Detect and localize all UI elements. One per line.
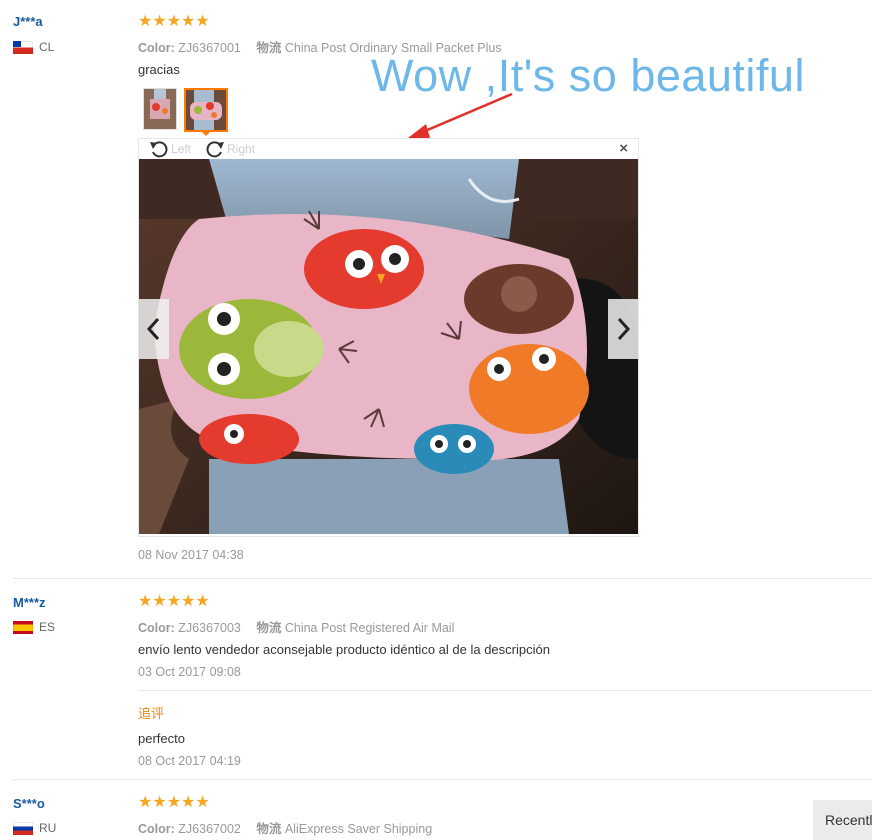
rotate-left-icon (150, 141, 168, 158)
shipping-label: 物流 (256, 41, 282, 55)
color-label: Color: (138, 621, 175, 635)
review-photo-thumbnail[interactable] (143, 88, 177, 130)
rotate-left-label: Left (171, 142, 192, 156)
chevron-left-icon (146, 317, 160, 341)
review-text: envío lento vendedor aconsejable product… (138, 642, 550, 657)
country-code: RU (39, 821, 57, 835)
order-info: Color: ZJ6367001 物流 China Post Ordinary … (138, 37, 502, 56)
color-value: ZJ6367002 (178, 822, 241, 836)
followup-divider (138, 690, 872, 691)
close-viewer-button[interactable]: × (619, 141, 628, 156)
review-divider (13, 578, 872, 579)
viewer-toolbar: Left Right × (139, 139, 638, 159)
reviewer-name[interactable]: M***z (13, 595, 46, 610)
star-rating: ★★★★★ (138, 794, 210, 811)
color-value: ZJ6367003 (178, 621, 241, 635)
review-text: gracias (138, 62, 180, 77)
rotate-right-button[interactable]: Right (205, 140, 255, 158)
product-photo-image (139, 159, 638, 534)
rotate-right-icon (206, 141, 224, 158)
shipping-value: China Post Ordinary Small Packet Plus (284, 41, 502, 55)
reviewer-name[interactable]: S***o (13, 796, 45, 811)
color-label: Color: (138, 41, 175, 55)
review-photo-large (139, 159, 638, 534)
rotate-right-label: Right (227, 142, 256, 156)
country-code: CL (39, 40, 55, 54)
photo-thumbnail-image (144, 89, 176, 129)
chile-flag-icon (13, 40, 33, 54)
star-rating: ★★★★★ (138, 13, 210, 30)
rotate-left-button[interactable]: Left (149, 140, 191, 158)
recently-viewed-button[interactable]: Recently (813, 800, 872, 840)
star-rating: ★★★★★ (138, 593, 210, 610)
russia-flag-icon (13, 821, 33, 835)
reviewer-country: ES (13, 620, 55, 634)
reviewer-country: RU (13, 821, 56, 835)
review-divider (13, 779, 872, 780)
followup-date: 08 Oct 2017 04:19 (138, 754, 241, 768)
order-info: Color: ZJ6367002 物流 AliExpress Saver Shi… (138, 818, 432, 837)
country-code: ES (39, 620, 56, 634)
chevron-right-icon (617, 317, 631, 341)
review-photo-thumbnail-active[interactable] (184, 88, 228, 132)
next-photo-button[interactable] (608, 299, 638, 359)
shipping-label: 物流 (256, 822, 282, 836)
shipping-label: 物流 (256, 621, 282, 635)
review-date: 03 Oct 2017 09:08 (138, 665, 241, 679)
followup-label: 追评 (138, 706, 165, 721)
review-date: 08 Nov 2017 04:38 (138, 548, 244, 562)
previous-photo-button[interactable] (139, 299, 169, 359)
shipping-value: AliExpress Saver Shipping (284, 822, 433, 836)
reviewer-country: CL (13, 40, 54, 54)
photo-thumbnail-image (186, 90, 226, 130)
color-label: Color: (138, 822, 175, 836)
color-value: ZJ6367001 (178, 41, 241, 55)
active-thumbnail-caret (200, 130, 212, 136)
reviewer-name[interactable]: J***a (13, 14, 43, 29)
photo-viewer: Left Right × (138, 138, 639, 537)
spain-flag-icon (13, 620, 33, 634)
followup-text: perfecto (138, 731, 185, 746)
shipping-value: China Post Registered Air Mail (284, 621, 455, 635)
order-info: Color: ZJ6367003 物流 China Post Registere… (138, 617, 454, 636)
